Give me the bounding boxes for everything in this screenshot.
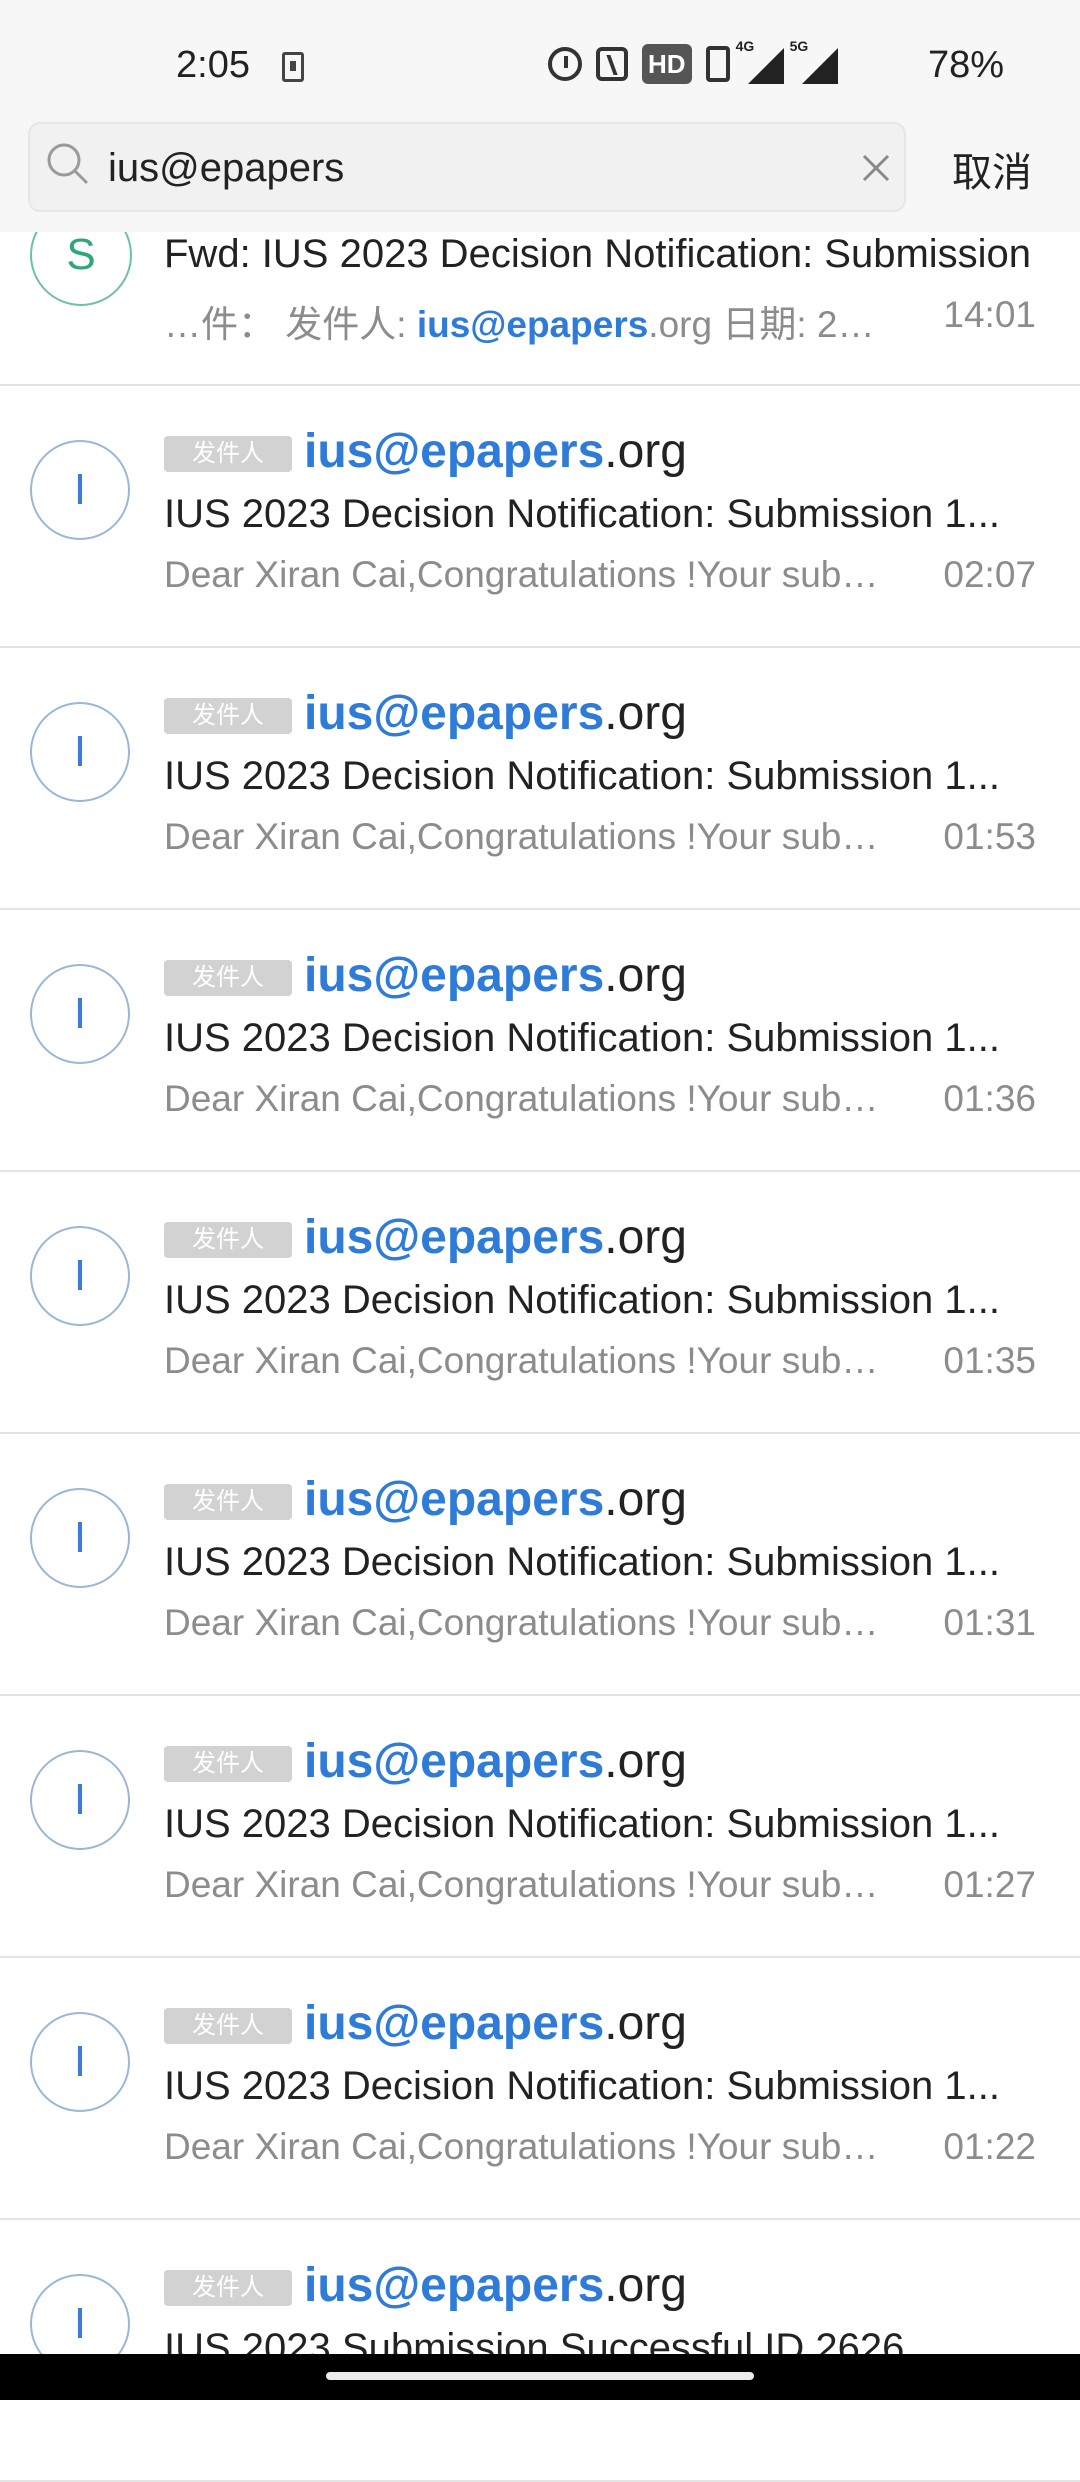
search-query[interactable]: ius@epapers: [108, 146, 344, 191]
list-item[interactable]: I 发件人 ius@epapers.org IUS 2023 Decision …: [0, 1434, 1080, 1696]
search-icon: [47, 143, 89, 185]
email-time: 01:31: [943, 1602, 1036, 1643]
status-bar: 2:05 HD 4G 5G 78%: [0, 0, 1080, 120]
email-time: 01:36: [943, 1078, 1036, 1119]
sender-name: ius@epapers.org: [304, 2258, 687, 2313]
sender-suffix: .org: [604, 1211, 687, 1264]
sender-highlight: ius@epapers: [304, 949, 605, 1002]
download-icon: [282, 52, 304, 82]
list-item[interactable]: I 发件人 ius@epapers.org IUS 2023 Decision …: [0, 910, 1080, 1172]
preview-prefix: …件： 发件人:: [164, 304, 417, 345]
sender-highlight: ius@epapers: [304, 2259, 605, 2312]
cancel-button[interactable]: 取消: [952, 140, 1032, 198]
avatar: I: [30, 1226, 130, 1326]
email-preview: …件： 发件人: ius@epapers.org 日期: 2023: [164, 294, 884, 348]
avatar: I: [30, 1750, 130, 1850]
preview-highlight: ius@epapers: [416, 304, 649, 345]
email-preview: Dear Xiran Cai,Congratulations !Your sub…: [164, 554, 884, 595]
list-item[interactable]: I 发件人 ius@epapers.org IUS 2023 Decision …: [0, 648, 1080, 910]
sender-suffix: .org: [604, 1997, 687, 2050]
clear-icon[interactable]: [856, 148, 896, 188]
sender-name: ius@epapers.org: [304, 1472, 687, 1527]
sender-badge: 发件人: [164, 1484, 292, 1520]
preview-suffix: .org 日期: 2023: [648, 304, 884, 345]
email-subject: IUS 2023 Decision Notification: Submissi…: [164, 1016, 1000, 1060]
avatar: I: [30, 2012, 130, 2112]
email-preview: Dear Xiran Cai,Congratulations !Your sub…: [164, 2126, 884, 2167]
system-nav-bar: [0, 2354, 1080, 2400]
search-input[interactable]: ius@epapers: [28, 122, 906, 212]
list-item[interactable]: I 发件人 ius@epapers.org IUS 2023 Decision …: [0, 1696, 1080, 1958]
email-time: 02:07: [943, 554, 1036, 595]
sender-name: ius@epapers.org: [304, 424, 687, 479]
email-preview: Dear Xiran Cai,Congratulations !Your sub…: [164, 816, 884, 857]
sender-badge: 发件人: [164, 436, 292, 472]
email-preview: Dear Xiran Cai,Congratulations !Your sub…: [164, 1340, 884, 1381]
alarm-icon: [548, 47, 582, 81]
hd-icon: HD: [642, 44, 692, 84]
sender-suffix: .org: [604, 687, 687, 740]
status-time: 2:05: [176, 44, 250, 86]
email-time: 01:53: [943, 816, 1036, 857]
avatar: I: [30, 702, 130, 802]
email-subject: IUS 2023 Decision Notification: Submissi…: [164, 754, 1000, 798]
sender-highlight: ius@epapers: [304, 1735, 605, 1788]
email-time: 01:35: [943, 1340, 1036, 1381]
email-subject: IUS 2023 Decision Notification: Submissi…: [164, 1540, 1000, 1584]
sender-highlight: ius@epapers: [304, 687, 605, 740]
sender-highlight: ius@epapers: [304, 1473, 605, 1526]
email-subject: IUS 2023 Decision Notification: Submissi…: [164, 2064, 1000, 2108]
email-preview: Dear Xiran Cai,Congratulations !Your sub…: [164, 1602, 884, 1643]
sender-suffix: .org: [604, 1735, 687, 1788]
battery-level: 78%: [928, 44, 1005, 86]
avatar: I: [30, 1488, 130, 1588]
avatar: I: [30, 440, 130, 540]
email-subject: IUS 2023 Decision Notification: Submissi…: [164, 492, 1000, 536]
sender-badge: 发件人: [164, 1746, 292, 1782]
status-icons: HD 4G 5G: [548, 38, 838, 84]
avatar: I: [30, 964, 130, 1064]
signal-5g-icon: 5G: [790, 38, 838, 84]
sender-badge: 发件人: [164, 960, 292, 996]
sender-name: ius@epapers.org: [304, 1996, 687, 2051]
list-item[interactable]: I 发件人 ius@epapers.org IUS 2023 Decision …: [0, 1958, 1080, 2220]
sender-suffix: .org: [604, 2259, 687, 2312]
top-header: 2:05 HD 4G 5G 78% ius@epapers 取消: [0, 0, 1080, 232]
email-preview: Dear Xiran Cai,Congratulations !Your sub…: [164, 1864, 884, 1905]
email-subject: IUS 2023 Decision Notification: Submissi…: [164, 1278, 1000, 1322]
email-preview: Dear Xiran Cai,Congratulations !Your sub…: [164, 1078, 884, 1119]
sender-name: ius@epapers.org: [304, 1734, 687, 1789]
sender-suffix: .org: [604, 1473, 687, 1526]
list-item[interactable]: I 发件人 ius@epapers.org IUS 2023 Decision …: [0, 1172, 1080, 1434]
sender-badge: 发件人: [164, 698, 292, 734]
list-item[interactable]: I 发件人 ius@epapers.org IUS 2023 Decision …: [0, 386, 1080, 648]
list-item[interactable]: I 发件人 ius@epapers.org IUS 2023 Submissio…: [0, 2220, 1080, 2482]
email-time: 01:27: [943, 1864, 1036, 1905]
sender-highlight: ius@epapers: [304, 1997, 605, 2050]
sender-highlight: ius@epapers: [304, 425, 605, 478]
sender-highlight: ius@epapers: [304, 1211, 605, 1264]
email-subject: IUS 2023 Decision Notification: Submissi…: [164, 1802, 1000, 1846]
results-list: S Fwd: IUS 2023 Decision Notification: S…: [0, 170, 1080, 2482]
sender-suffix: .org: [604, 425, 687, 478]
nfc-icon: [596, 47, 628, 81]
sender-name: ius@epapers.org: [304, 686, 687, 741]
sender-badge: 发件人: [164, 1222, 292, 1258]
email-time: 14:01: [943, 294, 1036, 335]
sender-name: ius@epapers.org: [304, 948, 687, 1003]
sender-suffix: .org: [604, 949, 687, 1002]
home-gesture-handle[interactable]: [326, 2372, 754, 2380]
sender-badge: 发件人: [164, 2008, 292, 2044]
email-time: 01:22: [943, 2126, 1036, 2167]
vibrate-icon: [705, 46, 730, 82]
email-subject: Fwd: IUS 2023 Decision Notification: Sub…: [164, 232, 1032, 276]
sender-name: ius@epapers.org: [304, 1210, 687, 1265]
signal-4g-icon: 4G: [736, 38, 784, 84]
sender-badge: 发件人: [164, 2270, 292, 2306]
